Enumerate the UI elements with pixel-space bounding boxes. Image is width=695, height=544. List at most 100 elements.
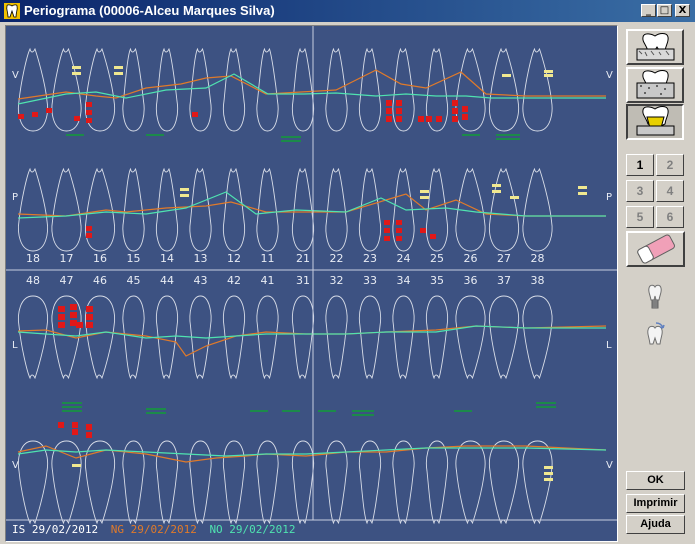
- tooth-number: 34: [397, 274, 411, 287]
- print-button[interactable]: Imprimir: [626, 494, 685, 513]
- side-label-left: V: [12, 460, 19, 471]
- tooth-number: 14: [160, 252, 174, 265]
- bleeding-mark: [418, 116, 424, 122]
- eraser-button[interactable]: [626, 231, 685, 267]
- tooth-bone-button[interactable]: [626, 67, 684, 103]
- furcation-mark: [282, 410, 300, 412]
- bleeding-mark: [386, 108, 392, 114]
- tooth-outline: [522, 440, 553, 525]
- plaque-mark: [510, 196, 519, 199]
- face-3-button[interactable]: 3: [626, 180, 654, 202]
- tooth-number: 31: [296, 274, 310, 287]
- tooth-number: 47: [60, 274, 74, 287]
- furcation-mark: [62, 406, 82, 408]
- furcation-mark: [496, 134, 520, 136]
- tooth-outline: [359, 295, 381, 380]
- furcation-mark: [66, 134, 84, 136]
- tooth-outline: [359, 47, 381, 132]
- tooth-number: 27: [497, 252, 511, 265]
- bleeding-mark: [72, 429, 78, 435]
- tooth-number: 38: [531, 274, 545, 287]
- bleeding-mark: [396, 228, 402, 233]
- bleeding-mark: [462, 114, 468, 120]
- maximize-button[interactable]: □: [657, 4, 672, 17]
- periogram-svg[interactable]: 18 17 16 15 14 13 12 11 21 22 23 24 25 26 27 28 48 47 46 45…: [6, 26, 617, 541]
- close-button[interactable]: X: [675, 4, 690, 17]
- furcation-mark: [250, 410, 268, 412]
- ok-button[interactable]: OK: [626, 471, 685, 490]
- bleeding-mark: [86, 102, 92, 107]
- bleeding-mark: [18, 114, 24, 119]
- tooth-probe-button[interactable]: [626, 29, 684, 65]
- tooth-number: 37: [497, 274, 511, 287]
- tooth-number: 11: [261, 252, 275, 265]
- bleeding-mark: [452, 116, 458, 122]
- tooth-number: 46: [93, 274, 107, 287]
- plaque-mark: [544, 70, 553, 73]
- tooth-outline: [189, 47, 212, 132]
- plaque-mark: [114, 72, 123, 75]
- bleeding-mark: [58, 314, 65, 320]
- bleeding-mark: [86, 424, 92, 430]
- periogram-chart[interactable]: 18 17 16 15 14 13 12 11 21 22 23 24 25 26 27 28 48 47 46 45…: [5, 25, 618, 542]
- furcation-mark: [281, 140, 301, 142]
- tooth-number: 35: [430, 274, 444, 287]
- tooth-number: 32: [330, 274, 344, 287]
- tooth-outline: [455, 440, 486, 525]
- help-button[interactable]: Ajuda: [626, 515, 685, 534]
- minimize-button[interactable]: _: [641, 4, 656, 17]
- side-label-left: L: [12, 340, 18, 351]
- tooth-number: 45: [127, 274, 141, 287]
- app-tooth-icon: [4, 3, 20, 19]
- tooth-outline: [223, 167, 245, 252]
- tooth-outline: [18, 295, 48, 380]
- side-label-right: V: [606, 70, 613, 81]
- side-label-right: P: [606, 192, 612, 203]
- tooth-number: 13: [194, 252, 208, 265]
- bleeding-mark: [430, 234, 436, 239]
- side-label-left: V: [12, 70, 19, 81]
- bleeding-mark: [86, 306, 93, 312]
- bleeding-mark: [32, 112, 38, 117]
- tooth-outline: [189, 440, 212, 525]
- plaque-mark: [544, 466, 553, 469]
- tooth-outline: [51, 167, 82, 252]
- face-5-button[interactable]: 5: [626, 206, 654, 228]
- tooth-outline: [85, 440, 115, 525]
- furcation-mark: [462, 134, 480, 136]
- title-bar: Periograma (00006-Alceu Marques Silva) _…: [0, 0, 695, 22]
- legend-ng: NG 29/02/2012: [110, 523, 197, 536]
- plaque-mark: [114, 66, 123, 69]
- bleeding-mark: [70, 320, 77, 326]
- tooth-number: 43: [194, 274, 208, 287]
- tooth-outline: [392, 295, 415, 380]
- plaque-mark: [180, 194, 189, 197]
- face-1-button[interactable]: 1: [626, 154, 654, 176]
- tooth-number: 36: [464, 274, 478, 287]
- bleeding-mark: [386, 116, 392, 122]
- face-4-button[interactable]: 4: [656, 180, 684, 202]
- bleeding-mark: [436, 116, 442, 122]
- plaque-mark: [578, 192, 587, 195]
- tooth-gum-button[interactable]: [626, 104, 684, 140]
- furcation-mark: [536, 402, 556, 404]
- tooth-number: 26: [464, 252, 478, 265]
- tooth-number: 42: [227, 274, 241, 287]
- plaque-mark: [72, 464, 81, 467]
- plaque-mark: [544, 478, 553, 481]
- bleeding-mark: [384, 236, 390, 241]
- plaque-mark: [578, 186, 587, 189]
- tooth-extract-icon[interactable]: [644, 322, 666, 348]
- bleeding-mark: [386, 100, 392, 106]
- bleeding-mark: [192, 112, 198, 117]
- tooth-outline: [51, 440, 82, 525]
- tooth-outline: [223, 47, 245, 132]
- tooth-outline: [426, 440, 448, 525]
- face-6-button[interactable]: 6: [656, 206, 684, 228]
- tooth-outline: [18, 167, 48, 252]
- face-2-button[interactable]: 2: [656, 154, 684, 176]
- bleeding-mark: [452, 108, 458, 114]
- tooth-outline: [522, 167, 553, 252]
- tooth-bone-icon: [636, 33, 675, 61]
- tooth-implant-icon[interactable]: [644, 284, 666, 310]
